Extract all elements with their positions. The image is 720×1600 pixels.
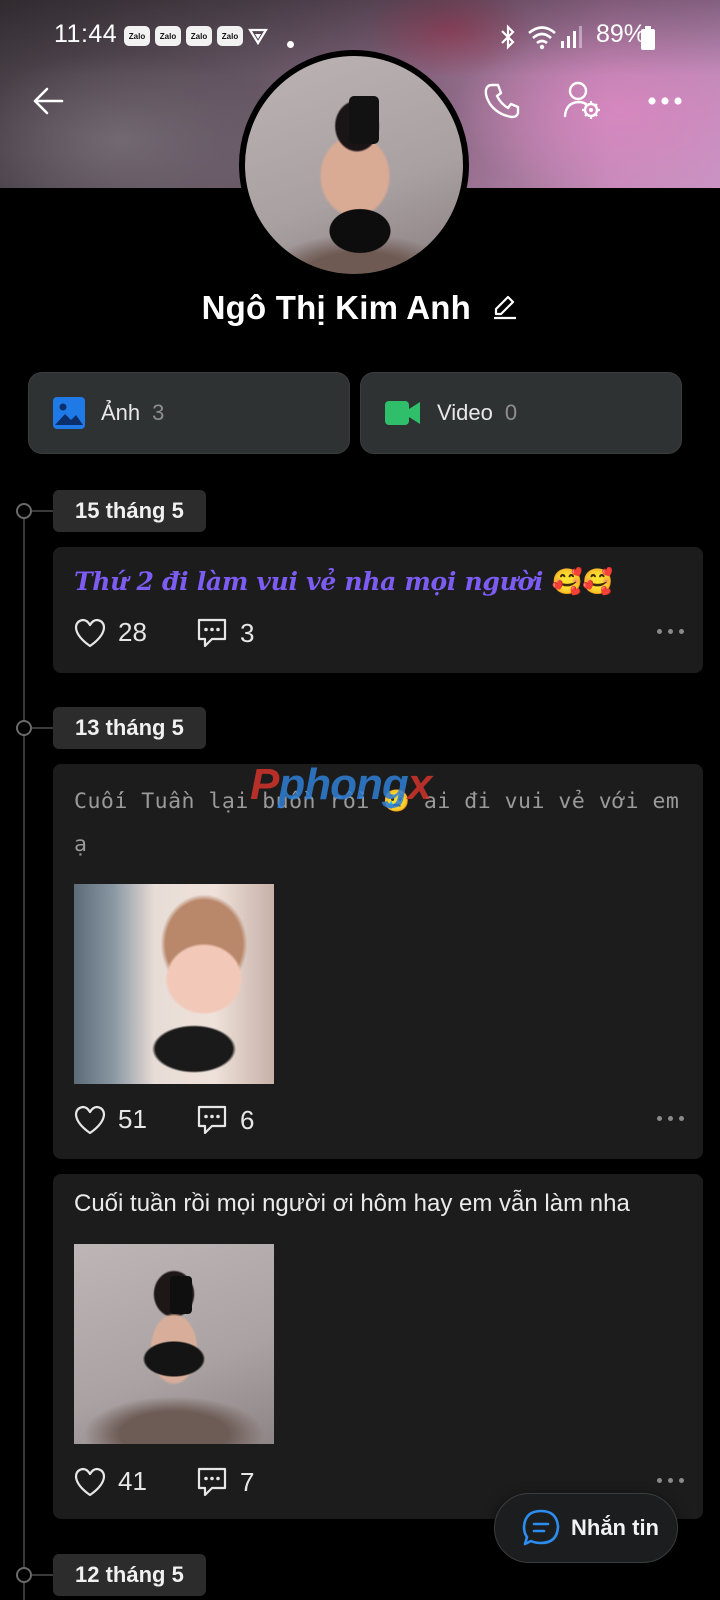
timeline-connector [32,727,54,729]
back-arrow-icon[interactable] [32,86,64,116]
timeline-dot [16,1567,32,1583]
more-options-icon[interactable] [647,96,683,106]
edit-pencil-icon[interactable] [492,294,518,320]
bluetooth-icon [501,24,515,50]
profile-name: Ngô Thị Kim Anh [201,289,472,326]
date-header: 13 tháng 5 [53,707,206,749]
send-message-button[interactable]: Nhắn tin [494,1493,678,1563]
post-photo[interactable] [74,884,274,1084]
video-camera-icon [385,401,420,425]
comment-count: 7 [240,1466,255,1497]
timeline-dot [16,503,32,519]
like-button[interactable]: 41 [74,1466,147,1497]
zalo-notification-icon: Zalo [186,26,212,46]
videos-button[interactable]: Video 0 [360,372,682,454]
comment-icon [197,618,227,648]
more-notifications-dot [287,41,294,48]
avatar[interactable] [239,50,469,280]
comment-icon [197,1467,227,1497]
wifi-icon [528,26,556,50]
post-card[interactable]: Cuối tuần rồi mọi người ơi hôm hay em vẫ… [53,1174,703,1519]
photos-label: Ảnh [101,400,141,425]
post-actions: 51 6 [74,1104,684,1138]
post-card[interactable]: Cuối Tuần lại buồn rồi 😢 ai đi vui vẻ vớ… [53,764,703,1159]
photos-count: 3 [152,400,165,425]
battery-icon [641,26,655,50]
timeline-line [23,510,25,1600]
chat-bubble-icon [522,1509,560,1546]
post-photo[interactable] [74,1244,274,1444]
profile-settings-icon[interactable] [562,80,602,120]
post-more-icon[interactable] [657,629,684,634]
post-text: Thứ 2 đi làm vui vẻ nha mọi người 🥰🥰 [74,567,614,596]
zalo-notification-icon: Zalo [155,26,181,46]
heart-icon [74,1467,106,1496]
comment-button[interactable]: 6 [196,1104,254,1136]
timeline-dot [16,720,32,736]
photos-button[interactable]: Ảnh 3 [28,372,350,454]
post-more-icon[interactable] [657,1116,684,1121]
comment-count: 3 [240,617,255,648]
timeline-connector [32,1574,54,1576]
post-more-icon[interactable] [657,1478,684,1483]
post-actions: 28 3 [74,617,684,651]
heart-icon [74,618,106,647]
zalo-notification-icon: Zalo [124,26,150,46]
profile-name-row: Ngô Thị Kim Anh [0,289,720,327]
post-text: Cuối tuần rồi mọi người ơi hôm hay em vẫ… [74,1190,630,1217]
send-message-label: Nhắn tin [571,1515,659,1540]
vpn-icon [248,28,268,46]
zalo-notification-icon: Zalo [217,26,243,46]
like-button[interactable]: 51 [74,1104,147,1135]
comment-count: 6 [240,1104,255,1135]
comment-button[interactable]: 7 [196,1466,254,1498]
like-count: 28 [118,617,147,647]
status-bar: 11:44 Zalo Zalo Zalo Zalo 89% [0,14,720,58]
date-header: 12 tháng 5 [53,1554,206,1596]
call-phone-icon[interactable] [484,82,520,120]
watermark-logo: Pphongx [250,760,432,809]
videos-label: Video [437,400,493,425]
comment-button[interactable]: 3 [196,617,254,649]
like-count: 51 [118,1104,147,1134]
battery-level: 89% [596,20,647,48]
photo-icon [53,397,85,429]
date-header: 15 tháng 5 [53,490,206,532]
timeline-connector [32,510,54,512]
like-count: 41 [118,1466,147,1496]
signal-icon [561,26,582,48]
like-button[interactable]: 28 [74,617,147,648]
videos-count: 0 [504,400,518,425]
comment-icon [197,1105,227,1135]
status-time: 11:44 [54,20,118,48]
post-card[interactable]: Thứ 2 đi làm vui vẻ nha mọi người 🥰🥰 28 … [53,547,703,673]
heart-icon [74,1105,106,1134]
